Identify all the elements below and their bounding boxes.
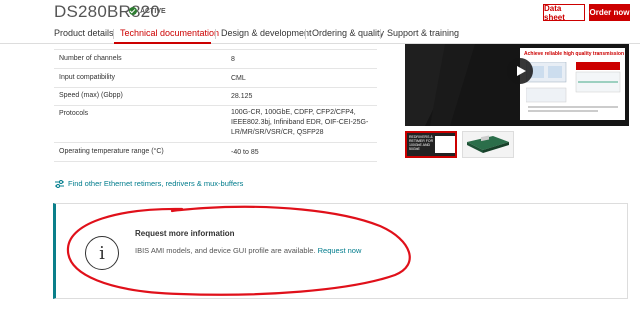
tab-divider (380, 29, 381, 39)
table-row: Number of channels 8 (54, 50, 377, 69)
thumbnail-caption: REDRIVERS & RETIMER FOR 100GbE AND 50GbE (409, 135, 434, 151)
table-row: Operating temperature range (°C) -40 to … (54, 143, 377, 162)
status-label: ACTIVE (140, 7, 166, 15)
spec-value: 100G-CR, 100GbE, CDFP, CFP2/CFP4, IEEE80… (231, 109, 369, 136)
product-header: DS280BR820 ACTIVE Data sheet Order now (0, 0, 640, 24)
table-row: Speed (max) (Gbpp) 28.125 (54, 88, 377, 106)
tab-divider (215, 29, 216, 39)
tab-ordering-quality[interactable]: Ordering & quality (312, 28, 384, 38)
board-image-icon (467, 135, 509, 153)
tab-support-training[interactable]: Support & training (387, 28, 459, 38)
play-button-icon[interactable] (507, 58, 533, 84)
info-icon: i (85, 236, 119, 270)
spec-value: CML (231, 75, 246, 82)
table-row: Protocols 100G-CR, 100GbE, CDFP, CFP2/CF… (54, 106, 377, 143)
active-tab-indicator (114, 42, 211, 44)
tab-technical-documentation[interactable]: Technical documentation (120, 28, 219, 38)
spec-key: Speed (max) (Gbpp) (59, 92, 123, 99)
request-now-link[interactable]: Request now (318, 246, 362, 255)
slide-diagram-icon (526, 62, 621, 112)
filter-sliders-icon (55, 179, 64, 188)
check-circle-icon (129, 7, 137, 15)
spec-value: -40 to 85 (231, 149, 259, 156)
video-thumbnail[interactable]: REDRIVERS & RETIMER FOR 100GbE AND 50GbE (405, 131, 457, 158)
table-row: Input compatibility CML (54, 69, 377, 88)
spec-key: Input compatibility (59, 74, 116, 81)
tab-divider (305, 29, 306, 39)
thumbnail-slide (435, 136, 455, 153)
info-card-text: IBIS AMI models, and device GUI profile … (135, 246, 361, 255)
tab-product-details[interactable]: Product details (54, 28, 114, 38)
spec-value: 8 (231, 56, 235, 63)
spec-value: 28.125 (231, 93, 253, 100)
video-player[interactable]: Achieve reliable high quality transmissi… (405, 44, 629, 126)
find-other-link[interactable]: Find other Ethernet retimers, redrivers … (55, 179, 243, 188)
slide-title: Achieve reliable high quality transmissi… (524, 51, 625, 57)
find-other-link-label: Find other Ethernet retimers, redrivers … (68, 179, 244, 188)
spec-key: Operating temperature range (°C) (59, 148, 164, 155)
video-slide: Achieve reliable high quality transmissi… (520, 48, 625, 120)
product-tabs: Product details Technical documentation … (0, 24, 640, 44)
spec-key: Protocols (59, 110, 89, 117)
info-card-title: Request more information (135, 229, 235, 238)
image-thumbnail[interactable] (462, 131, 514, 158)
spec-key: Number of channels (59, 55, 122, 62)
order-now-button[interactable]: Order now (589, 4, 630, 21)
tab-divider (113, 29, 114, 39)
tab-design-development[interactable]: Design & development (221, 28, 312, 38)
datasheet-button[interactable]: Data sheet (543, 4, 585, 22)
status-badge: ACTIVE (129, 7, 166, 15)
info-card-description: IBIS AMI models, and device GUI profile … (135, 246, 316, 255)
